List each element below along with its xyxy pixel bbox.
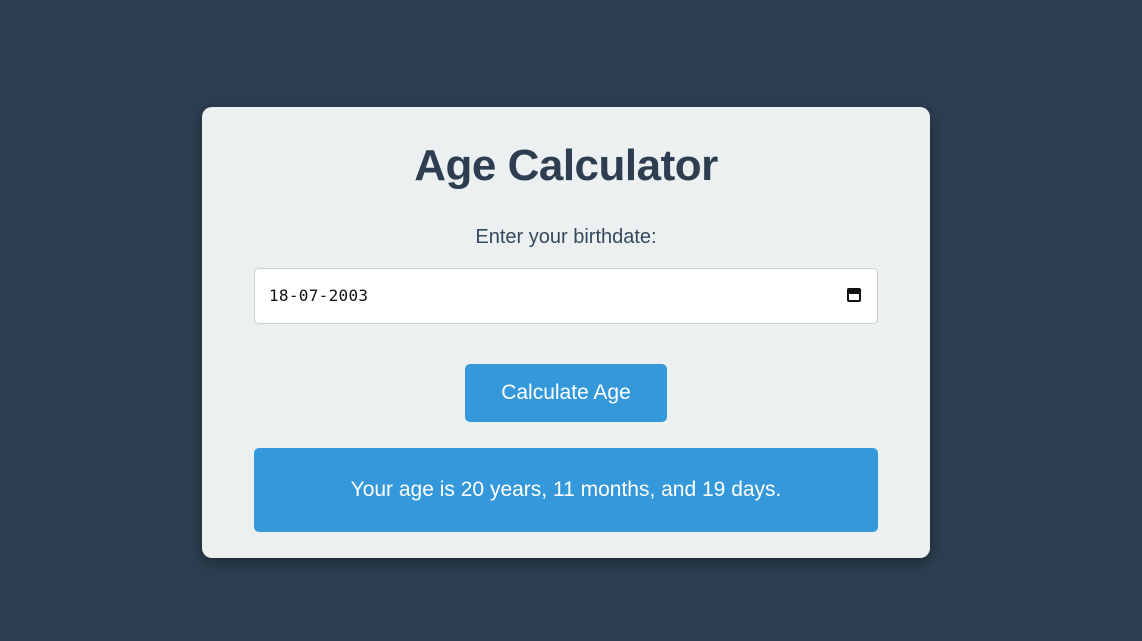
birthdate-label: Enter your birthdate:	[475, 226, 657, 248]
birthdate-value[interactable]: 18-07-2003	[269, 286, 368, 305]
age-calculator-card: Age Calculator Enter your birthdate: 18-…	[202, 107, 930, 558]
calendar-icon[interactable]	[847, 288, 861, 302]
calculate-age-button[interactable]: Calculate Age	[465, 364, 667, 422]
page-title: Age Calculator	[414, 141, 718, 190]
age-result-box: Your age is 20 years, 11 months, and 19 …	[254, 448, 878, 532]
birthdate-input[interactable]: 18-07-2003	[254, 268, 878, 324]
